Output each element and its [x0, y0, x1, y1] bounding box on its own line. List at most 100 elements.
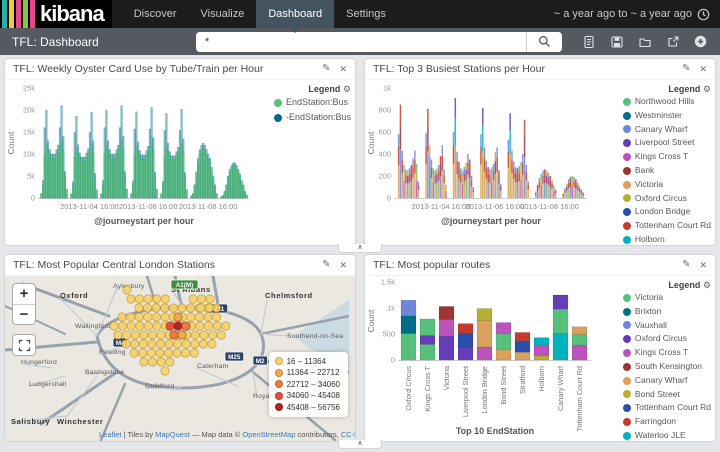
svg-text:Salisbury: Salisbury	[11, 417, 50, 426]
query-input[interactable]	[196, 32, 526, 52]
legend-color-dot	[623, 418, 631, 426]
svg-text:Kings Cross T: Kings Cross T	[423, 365, 432, 411]
save-dashboard-button[interactable]	[602, 28, 630, 55]
legend-color-dot	[275, 357, 283, 365]
legend-item[interactable]: Oxford Circus	[623, 192, 711, 206]
legend-item[interactable]: Holborn	[623, 233, 711, 245]
legend-item[interactable]: Tottenham Court Rd	[623, 401, 711, 415]
close-icon[interactable]: ✕	[339, 64, 347, 74]
legend-color-dot	[623, 112, 631, 120]
fit-bounds-button[interactable]	[12, 334, 36, 356]
legend-gear-icon[interactable]: ⚙	[703, 280, 711, 290]
timepicker-label: ~ a year ago to ~ a year ago	[554, 8, 692, 20]
kibana-logo[interactable]: kibana	[0, 0, 112, 28]
svg-text:M2: M2	[256, 358, 265, 365]
svg-text:Victoria: Victoria	[442, 365, 451, 390]
legend-item[interactable]: Bank	[623, 164, 711, 178]
legend-item[interactable]: EndStation:Bus	[274, 95, 351, 110]
add-visualization-button[interactable]	[686, 28, 714, 55]
svg-text:M25: M25	[228, 354, 241, 361]
legend-item[interactable]: Kings Cross T	[623, 150, 711, 164]
legend-item[interactable]: South Kensington	[623, 360, 711, 374]
legend-item[interactable]: Tottenham Court Rd	[623, 219, 711, 233]
map-attribution: Leaflet | Tiles by MapQuest — Map data ©…	[99, 430, 355, 439]
legend-item[interactable]: Farringdon	[623, 415, 711, 429]
legend-item[interactable]: London Bridge	[623, 205, 711, 219]
svg-text:15k: 15k	[23, 128, 35, 137]
legend-gear-icon[interactable]: ⚙	[703, 84, 711, 94]
search-button[interactable]	[526, 32, 562, 52]
attribution-link[interactable]: CC-BY-SA	[341, 430, 355, 439]
svg-text:10k: 10k	[23, 150, 35, 159]
legend-color-dot	[623, 236, 631, 244]
close-icon[interactable]: ✕	[339, 260, 347, 270]
edit-pencil-icon[interactable]: ✎	[682, 64, 690, 74]
legend-item[interactable]: Bond Street	[623, 388, 711, 402]
panel-busiest-stations: TFL: Top 3 Busiest Stations per Hour✎✕02…	[364, 58, 716, 246]
chevron-up-icon: ∧	[357, 440, 362, 447]
map-legend-label: 16 – 11364	[287, 356, 326, 368]
legend-item[interactable]: Waterloo JLE	[623, 429, 711, 441]
svg-text:20k: 20k	[23, 106, 35, 115]
close-icon[interactable]: ✕	[699, 260, 707, 270]
legend-item[interactable]: Kings Cross T	[623, 346, 711, 360]
legend-item[interactable]: -EndStation:Bus	[274, 110, 351, 125]
nav-item-discover[interactable]: Discover	[122, 0, 189, 28]
svg-text:2013-11-08 16:00: 2013-11-08 16:00	[179, 202, 238, 211]
legend-item-label: Holborn	[635, 233, 665, 245]
collapse-row-2-button[interactable]: ∧	[338, 440, 382, 449]
panel-header: TFL: Weekly Oyster Card Use by Tube/Trai…	[5, 59, 355, 80]
svg-text:Caterham: Caterham	[197, 363, 229, 370]
close-icon[interactable]: ✕	[699, 64, 707, 74]
legend-gear-icon[interactable]: ⚙	[343, 84, 351, 94]
panel-content: 05001k1.5kCountOxford CircusKings Cross …	[365, 276, 715, 441]
legend-item-label: Kings Cross T	[635, 346, 688, 360]
svg-text:Wallingford: Wallingford	[75, 323, 111, 330]
legend-color-dot	[623, 208, 631, 216]
panel-content: 05k10k15k20k25kCount2013-11-04 16:002013…	[5, 80, 355, 245]
legend-color-dot	[623, 125, 631, 133]
panel-title: TFL: Top 3 Busiest Stations per Hour	[373, 63, 682, 75]
svg-text:0: 0	[31, 194, 35, 203]
edit-pencil-icon[interactable]: ✎	[322, 260, 330, 270]
attribution-link[interactable]: Leaflet	[99, 430, 122, 439]
edit-pencil-icon[interactable]: ✎	[682, 260, 690, 270]
nav-item-dashboard[interactable]: Dashboard	[256, 0, 334, 28]
load-dashboard-button[interactable]	[630, 28, 658, 55]
svg-text:400: 400	[378, 150, 391, 159]
legend-item[interactable]: Canary Wharf	[623, 123, 711, 137]
collapse-row-1-button[interactable]: ∧	[338, 244, 382, 253]
attribution-text: | Tiles by	[122, 430, 156, 439]
map-legend-label: 22712 – 34060	[287, 379, 340, 391]
legend-color-dot	[623, 153, 631, 161]
edit-pencil-icon[interactable]: ✎	[322, 64, 330, 74]
legend-item[interactable]: Oxford Circus	[623, 332, 711, 346]
legend-item[interactable]: Liverpool Street	[623, 136, 711, 150]
legend-color-dot	[275, 380, 283, 388]
legend-item[interactable]: Victoria	[623, 291, 711, 305]
legend-item[interactable]: Northwood Hills	[623, 95, 711, 109]
nav-item-visualize[interactable]: Visualize	[189, 0, 257, 28]
london-tile-map[interactable]: OxfordAylesburySt AlbansChelmsfordSouthe…	[5, 276, 355, 441]
legend-color-dot	[623, 139, 631, 147]
svg-text:2013-11-04 16:00: 2013-11-04 16:00	[60, 202, 119, 211]
legend-item[interactable]: Canary Wharf	[623, 374, 711, 388]
zoom-out-button[interactable]: −	[13, 304, 35, 324]
legend-item[interactable]: Brixton	[623, 305, 711, 319]
legend-color-dot	[274, 99, 282, 107]
legend-item[interactable]: Victoria	[623, 178, 711, 192]
legend-color-dot	[623, 308, 631, 316]
timepicker-button[interactable]: ~ a year ago to ~ a year ago	[554, 0, 720, 28]
attribution-link[interactable]: OpenStreetMap	[242, 430, 295, 439]
zoom-in-button[interactable]: +	[13, 284, 35, 304]
svg-text:Bond Street: Bond Street	[499, 366, 508, 405]
svg-text:Oxford: Oxford	[60, 291, 88, 300]
share-dashboard-button[interactable]	[658, 28, 686, 55]
nav-item-settings[interactable]: Settings	[334, 0, 398, 28]
legend-item[interactable]: Vauxhall	[623, 319, 711, 333]
panel-header: TFL: Most Popular Central London Station…	[5, 255, 355, 276]
attribution-text: — Map data ©	[190, 430, 243, 439]
legend-item[interactable]: Westminster	[623, 109, 711, 123]
attribution-link[interactable]: MapQuest	[155, 430, 190, 439]
new-dashboard-button[interactable]	[574, 28, 602, 55]
